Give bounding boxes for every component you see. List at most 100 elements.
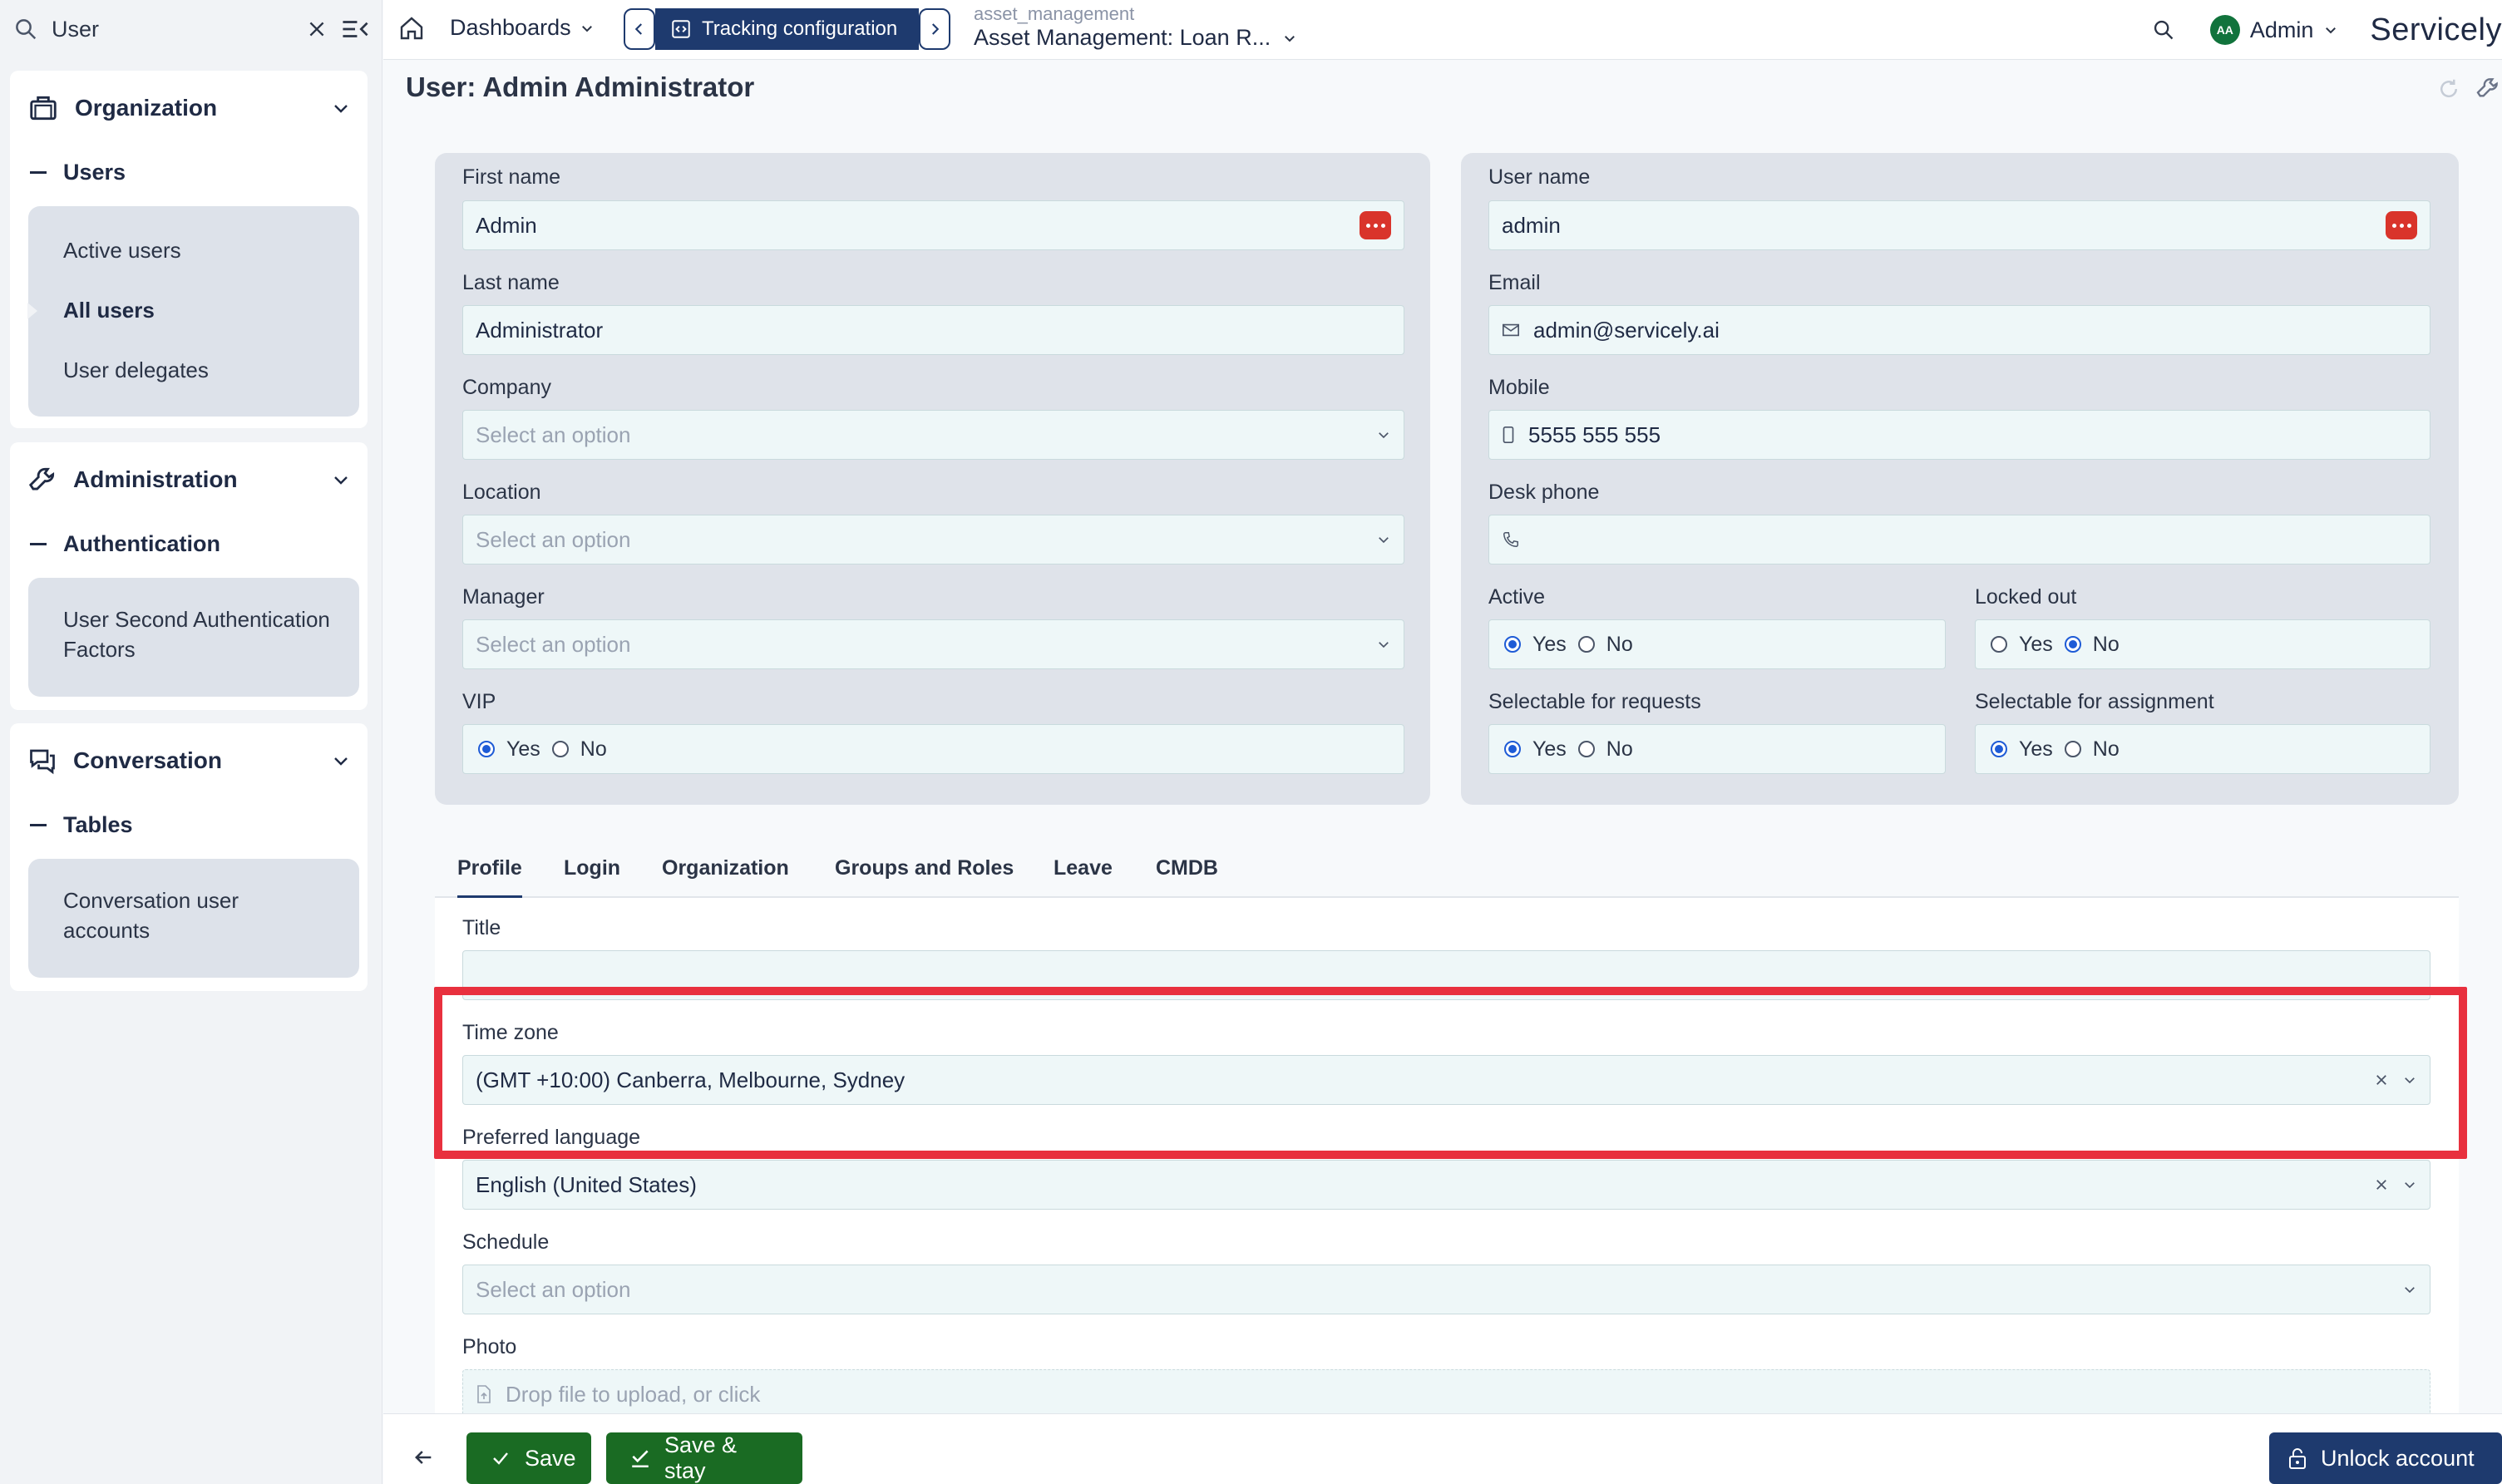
location-select[interactable]: Select an option (462, 515, 1404, 565)
email-value: admin@servicely.ai (1533, 317, 1720, 343)
first-name-value: Admin (476, 212, 537, 238)
save-label: Save (525, 1445, 576, 1471)
sidebar-section-header[interactable]: Organization (27, 83, 351, 133)
collapse-dash-icon (30, 543, 47, 545)
collapse-dash-icon (30, 171, 47, 174)
highlight-box (434, 987, 2467, 1159)
active-no-radio[interactable] (1577, 636, 1595, 653)
sidebar-item-conversation-user-accounts[interactable]: Conversation user accounts (63, 885, 313, 945)
tab-cmdb[interactable]: CMDB (1156, 856, 1218, 880)
radio-no-label: No (2092, 632, 2120, 656)
wrench-icon[interactable] (2475, 75, 2501, 101)
tab-login[interactable]: Login (564, 856, 620, 880)
active-radio-group: Yes No (1488, 619, 1946, 669)
user-menu[interactable]: AA Admin (2209, 15, 2339, 45)
radio-yes-label: Yes (2019, 737, 2053, 761)
chevron-down-icon[interactable] (331, 470, 351, 490)
radio-no-label: No (1606, 632, 1633, 656)
dashboards-menu[interactable]: Dashboards (450, 15, 595, 41)
manager-select[interactable]: Select an option (462, 619, 1404, 669)
chevron-down-icon (1376, 637, 1391, 652)
tab-leave[interactable]: Leave (1054, 856, 1113, 880)
tab-profile[interactable]: Profile (457, 856, 522, 899)
sidebar-section-header[interactable]: Conversation (27, 736, 351, 786)
sidebar-item-user-second-auth-factors[interactable]: User Second Authentication Factors (63, 604, 346, 664)
mobile-field[interactable]: 5555 555 555 (1488, 410, 2430, 460)
sel-assign-yes-radio[interactable] (1991, 741, 2007, 757)
save-and-stay-label: Save & stay (664, 1432, 738, 1483)
user-menu-label: Admin (2249, 17, 2314, 42)
tab-groups-and-roles[interactable]: Groups and Roles (835, 856, 1014, 880)
sidebar-section-header[interactable]: Administration (27, 455, 351, 505)
briefcase-icon (27, 92, 60, 124)
forward-button[interactable] (919, 8, 950, 50)
unlock-account-button[interactable]: Unlock account (2269, 1432, 2502, 1484)
home-icon[interactable] (398, 15, 425, 42)
code-square-icon (670, 18, 692, 40)
radio-no-label: No (1606, 737, 1633, 761)
save-and-stay-button[interactable]: Save & stay (606, 1432, 802, 1484)
vip-yes-radio[interactable] (478, 741, 495, 757)
sidebar-item-active-users[interactable]: Active users (63, 235, 181, 265)
envelope-icon (1502, 322, 1520, 338)
sel-assign-no-radio[interactable] (2064, 741, 2081, 757)
sidebar-subsection-users[interactable]: Users (30, 160, 126, 185)
schedule-label: Schedule (462, 1230, 550, 1254)
email-field[interactable]: admin@servicely.ai (1488, 305, 2430, 355)
vip-radio-group: Yes No (462, 724, 1404, 774)
username-field[interactable]: admin (1488, 200, 2430, 250)
photo-dropzone[interactable]: Drop file to upload, or click (462, 1369, 2430, 1419)
sidebar-subsection-authentication[interactable]: Authentication (30, 531, 220, 557)
active-yes-radio[interactable] (1504, 636, 1521, 653)
language-value: English (United States) (476, 1171, 697, 1197)
chat-icon (27, 746, 58, 776)
tracking-configuration-label: Tracking configuration (702, 17, 898, 40)
check-icon (490, 1448, 511, 1468)
sidebar-section-title: Organization (75, 95, 218, 121)
back-button[interactable] (624, 8, 655, 50)
desk-phone-label: Desk phone (1488, 481, 1600, 504)
page-title: User: Admin Administrator (406, 71, 755, 102)
company-select[interactable]: Select an option (462, 410, 1404, 460)
password-manager-icon[interactable] (1360, 211, 1391, 239)
action-bar: Save Save & stay Unlock account (383, 1413, 2502, 1484)
sidebar-subsection-tables[interactable]: Tables (30, 812, 133, 838)
tracking-configuration-button[interactable]: Tracking configuration (655, 8, 919, 50)
chevron-down-icon[interactable] (331, 98, 351, 118)
language-select[interactable]: English (United States) (462, 1160, 2430, 1210)
vip-label: VIP (462, 690, 496, 713)
password-manager-icon[interactable] (2386, 211, 2417, 239)
vip-no-radio[interactable] (551, 741, 569, 757)
arrow-left-icon[interactable] (412, 1446, 435, 1469)
last-name-field[interactable]: Administrator (462, 305, 1404, 355)
personal-details-panel (435, 153, 1430, 805)
chevron-down-icon[interactable] (2402, 1177, 2417, 1192)
manager-placeholder: Select an option (476, 631, 631, 657)
file-upload-icon (476, 1384, 492, 1404)
clear-icon[interactable] (2374, 1177, 2389, 1192)
locked-no-radio[interactable] (2064, 636, 2081, 653)
first-name-field[interactable]: Admin (462, 200, 1404, 250)
project-name: Asset Management: Loan R... (974, 25, 1271, 50)
sidebar: User Organization Users Active users All… (0, 0, 382, 1484)
save-button[interactable]: Save (466, 1432, 591, 1484)
clear-icon[interactable] (306, 18, 328, 40)
sel-req-no-radio[interactable] (1577, 741, 1595, 757)
locked-yes-radio[interactable] (1991, 636, 2007, 653)
chevron-down-icon (1282, 31, 1297, 46)
sidebar-section-organization: Organization Users Active users All user… (10, 71, 368, 428)
project-selector[interactable]: asset_management Asset Management: Loan … (974, 3, 1297, 51)
selectable-requests-label: Selectable for requests (1488, 690, 1701, 713)
desk-phone-field[interactable] (1488, 515, 2430, 565)
photo-label: Photo (462, 1335, 517, 1358)
chevron-down-icon[interactable] (331, 751, 351, 771)
sidebar-item-user-delegates[interactable]: User delegates (63, 355, 209, 385)
search-icon[interactable] (2152, 18, 2175, 42)
refresh-icon[interactable] (2436, 76, 2461, 101)
sel-req-yes-radio[interactable] (1504, 741, 1521, 757)
collapse-menu-icon[interactable] (341, 17, 369, 42)
sidebar-search-input[interactable]: User (52, 17, 293, 42)
tab-organization[interactable]: Organization (662, 856, 789, 880)
sidebar-item-all-users[interactable]: All users (63, 295, 155, 325)
schedule-select[interactable]: Select an option (462, 1265, 2430, 1314)
